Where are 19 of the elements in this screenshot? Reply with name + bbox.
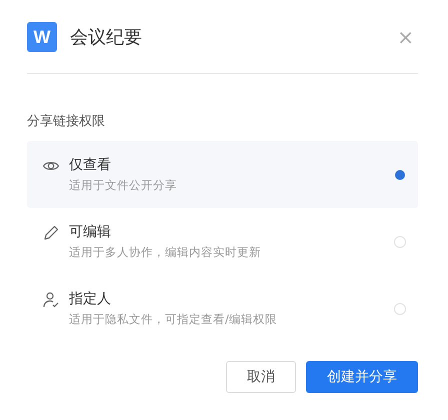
radio-button[interactable] bbox=[394, 303, 406, 315]
dialog-title: 会议纪要 bbox=[70, 26, 143, 49]
pencil-icon bbox=[42, 224, 60, 242]
cancel-button[interactable]: 取消 bbox=[226, 361, 296, 393]
permission-option[interactable]: 指定人 适用于隐私文件，可指定查看/编辑权限 bbox=[27, 275, 418, 342]
permission-option[interactable]: 仅查看 适用于文件公开分享 bbox=[27, 141, 418, 208]
create-share-button[interactable]: 创建并分享 bbox=[306, 361, 418, 393]
option-title: 仅查看 bbox=[69, 156, 112, 174]
app-logo: W bbox=[27, 22, 57, 52]
radio-button[interactable] bbox=[394, 236, 406, 248]
option-description: 适用于文件公开分享 bbox=[69, 178, 178, 193]
option-title: 指定人 bbox=[69, 290, 112, 308]
radio-button[interactable] bbox=[395, 170, 405, 180]
permission-option[interactable]: 可编辑 适用于多人协作，编辑内容实时更新 bbox=[27, 208, 418, 275]
option-description: 适用于多人协作，编辑内容实时更新 bbox=[69, 245, 262, 260]
option-description: 适用于隐私文件，可指定查看/编辑权限 bbox=[69, 312, 278, 327]
person-icon bbox=[42, 291, 60, 309]
option-title: 可编辑 bbox=[69, 223, 112, 241]
section-label: 分享链接权限 bbox=[27, 113, 106, 130]
